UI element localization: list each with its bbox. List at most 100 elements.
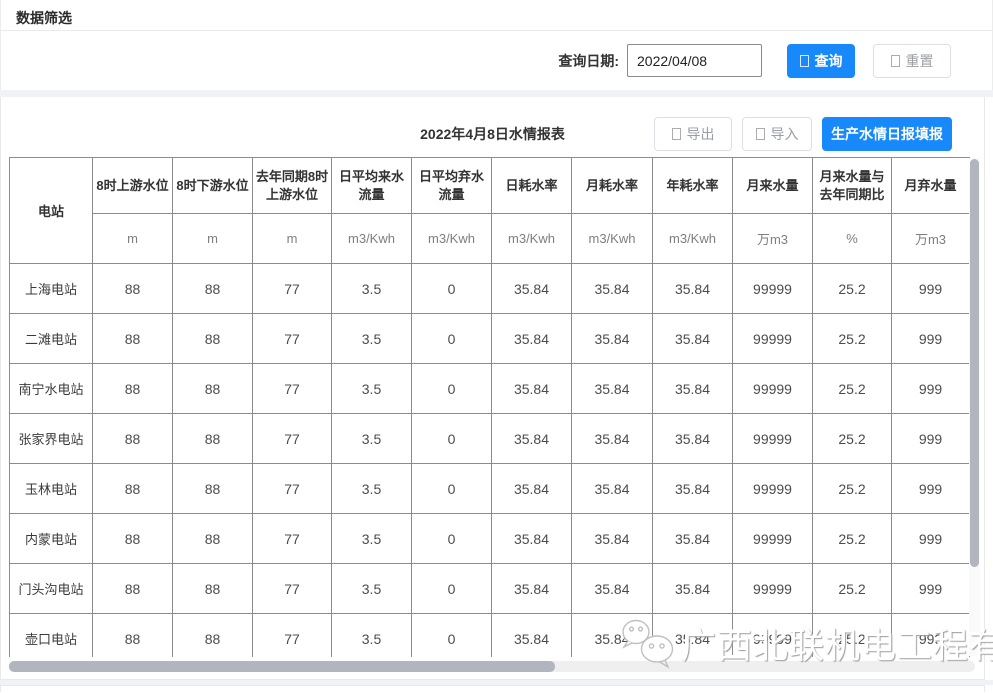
value-cell: 88: [93, 414, 173, 464]
station-cell: 壶口电站: [10, 614, 93, 658]
reset-button-label: 重置: [906, 51, 934, 71]
header-cell: 月来水量与去年同期比: [813, 158, 892, 214]
value-cell: 3.5: [332, 514, 412, 564]
value-cell: 3.5: [332, 364, 412, 414]
value-cell: 0: [412, 264, 492, 314]
query-date-input[interactable]: [627, 44, 762, 77]
value-cell: 77: [253, 614, 332, 658]
query-button[interactable]: 查询: [787, 44, 855, 78]
unit-cell: m: [93, 214, 173, 264]
value-cell: 35.84: [653, 314, 733, 364]
unit-cell: m: [173, 214, 253, 264]
value-cell: 99999: [733, 464, 813, 514]
value-cell: 99999: [733, 614, 813, 658]
table-row: 门头沟电站8888773.5035.8435.8435.849999925.29…: [10, 564, 970, 614]
filter-body: 查询日期: 查询 重置: [1, 31, 992, 90]
value-cell: 35.84: [572, 564, 653, 614]
table-row: 南宁水电站8888773.5035.8435.8435.849999925.29…: [10, 364, 970, 414]
table-row: 张家界电站8888773.5035.8435.8435.849999925.29…: [10, 414, 970, 464]
value-cell: 99999: [733, 264, 813, 314]
report-title: 2022年4月8日水情报表: [420, 124, 565, 144]
header-cell: 日平均弃水流量: [412, 158, 492, 214]
unit-cell: m3/Kwh: [653, 214, 733, 264]
value-cell: 88: [173, 514, 253, 564]
table-row: 上海电站8888773.5035.8435.8435.849999925.299…: [10, 264, 970, 314]
value-cell: 999: [892, 364, 970, 414]
search-icon: [800, 55, 809, 67]
value-cell: 77: [253, 464, 332, 514]
value-cell: 25.2: [813, 614, 892, 658]
water-report-table-zone: 电站8时上游水位8时下游水位去年同期8时上游水位日平均来水流量日平均弃水流量日耗…: [9, 157, 981, 657]
value-cell: 88: [173, 464, 253, 514]
value-cell: 0: [412, 414, 492, 464]
daily-report-fill-button[interactable]: 生产水情日报填报: [822, 117, 952, 151]
value-cell: 88: [93, 364, 173, 414]
value-cell: 35.84: [572, 264, 653, 314]
value-cell: 88: [173, 314, 253, 364]
report-card: 2022年4月8日水情报表 导出 导入 生产水情日报填报 电站8时上游水位8时下…: [0, 97, 985, 680]
value-cell: 35.84: [572, 464, 653, 514]
value-cell: 35.84: [572, 614, 653, 658]
unit-cell: m3/Kwh: [412, 214, 492, 264]
value-cell: 999: [892, 314, 970, 364]
header-cell: 去年同期8时上游水位: [253, 158, 332, 214]
value-cell: 3.5: [332, 564, 412, 614]
header-cell: 年耗水率: [653, 158, 733, 214]
next-card-edge: [0, 685, 985, 692]
value-cell: 77: [253, 264, 332, 314]
toolbar-buttons: 导出 导入 生产水情日报填报: [654, 117, 952, 151]
import-button[interactable]: 导入: [742, 117, 812, 151]
export-button[interactable]: 导出: [654, 117, 732, 151]
report-toolbar: 2022年4月8日水情报表 导出 导入 生产水情日报填报: [1, 97, 984, 157]
vertical-scrollbar-thumb[interactable]: [970, 159, 979, 567]
value-cell: 99999: [733, 564, 813, 614]
unit-cell: m: [253, 214, 332, 264]
station-cell: 门头沟电站: [10, 564, 93, 614]
value-cell: 35.84: [653, 464, 733, 514]
value-cell: 999: [892, 414, 970, 464]
value-cell: 35.84: [653, 614, 733, 658]
value-cell: 88: [93, 264, 173, 314]
value-cell: 88: [173, 564, 253, 614]
value-cell: 35.84: [492, 464, 572, 514]
unit-cell: m3/Kwh: [332, 214, 412, 264]
value-cell: 35.84: [572, 314, 653, 364]
value-cell: 25.2: [813, 364, 892, 414]
value-cell: 0: [412, 364, 492, 414]
import-button-label: 导入: [771, 124, 799, 144]
value-cell: 35.84: [572, 514, 653, 564]
unit-cell: 万m3: [733, 214, 813, 264]
value-cell: 25.2: [813, 514, 892, 564]
filter-card: 数据筛选 查询日期: 查询 重置: [0, 0, 993, 90]
value-cell: 3.5: [332, 614, 412, 658]
value-cell: 0: [412, 314, 492, 364]
value-cell: 25.2: [813, 314, 892, 364]
value-cell: 25.2: [813, 464, 892, 514]
value-cell: 999: [892, 464, 970, 514]
value-cell: 3.5: [332, 414, 412, 464]
station-cell: 二滩电站: [10, 314, 93, 364]
value-cell: 88: [93, 464, 173, 514]
reset-button[interactable]: 重置: [873, 44, 951, 78]
value-cell: 35.84: [653, 364, 733, 414]
value-cell: 99999: [733, 514, 813, 564]
header-cell: 月来水量: [733, 158, 813, 214]
import-icon: [756, 128, 765, 140]
table-row: 壶口电站8888773.5035.8435.8435.849999925.299…: [10, 614, 970, 658]
value-cell: 88: [173, 364, 253, 414]
unit-cell: 万m3: [892, 214, 970, 264]
header-cell: 月弃水量: [892, 158, 970, 214]
water-report-table: 电站8时上游水位8时下游水位去年同期8时上游水位日平均来水流量日平均弃水流量日耗…: [9, 157, 970, 657]
value-cell: 35.84: [653, 414, 733, 464]
value-cell: 35.84: [653, 514, 733, 564]
value-cell: 88: [93, 514, 173, 564]
value-cell: 999: [892, 564, 970, 614]
query-button-label: 查询: [815, 51, 843, 71]
value-cell: 35.84: [572, 364, 653, 414]
horizontal-scrollbar-thumb[interactable]: [9, 661, 555, 672]
value-cell: 3.5: [332, 264, 412, 314]
station-cell: 内蒙电站: [10, 514, 93, 564]
value-cell: 77: [253, 314, 332, 364]
value-cell: 88: [93, 314, 173, 364]
value-cell: 99999: [733, 314, 813, 364]
